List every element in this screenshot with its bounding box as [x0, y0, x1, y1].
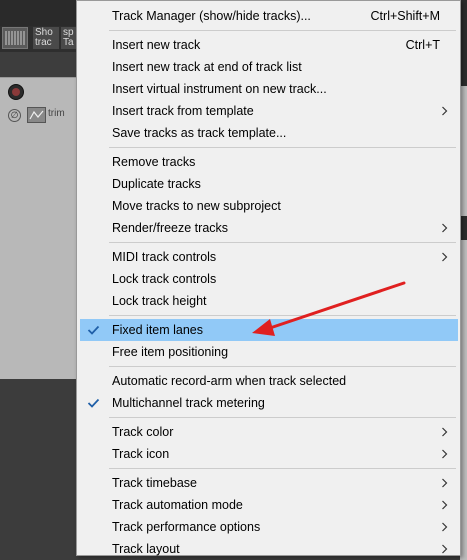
menu-item-label: Insert virtual instrument on new track..…: [112, 82, 327, 96]
menu-item-label: Automatic record-arm when track selected: [112, 374, 347, 388]
toolbar-button-2-line2: Ta: [63, 37, 74, 48]
menu-item-label: Save tracks as track template...: [112, 126, 287, 140]
menu-item-duplicate-tracks[interactable]: Duplicate tracks: [80, 173, 458, 195]
checkmark-icon: [87, 325, 100, 335]
menu-item-label: Track automation mode: [112, 498, 243, 512]
track-control-panel[interactable]: ∅ trim: [0, 77, 78, 380]
menu-item-label: Insert new track at end of track list: [112, 60, 302, 74]
menu-separator: [109, 147, 456, 148]
menu-separator: [109, 366, 456, 367]
menu-item-label: Track layout: [112, 542, 180, 556]
menu-item-label: Free item positioning: [112, 345, 229, 359]
menu-item-lock-track-height[interactable]: Lock track height: [80, 290, 458, 312]
menu-separator: [109, 30, 456, 31]
show-tracks-button[interactable]: Sho trac: [33, 27, 59, 49]
menu-item-lock-track-controls[interactable]: Lock track controls: [80, 268, 458, 290]
automation-mode-label: trim: [48, 108, 65, 119]
menu-item-track-manager-show-hide-tracks[interactable]: Track Manager (show/hide tracks)... Ctrl+…: [80, 5, 458, 27]
menu-item-label: Render/freeze tracks: [112, 221, 229, 235]
chevron-right-icon: [442, 544, 448, 554]
chevron-right-icon: [442, 500, 448, 510]
show-tracks-button-line2: trac: [35, 37, 52, 48]
menu-item-move-tracks-to-new-subproject[interactable]: Move tracks to new subproject: [80, 195, 458, 217]
menu-item-label: Lock track height: [112, 294, 207, 308]
menu-item-shortcut: Ctrl+T: [405, 38, 440, 52]
background-gap: [0, 52, 78, 77]
menu-item-track-icon[interactable]: Track icon: [80, 443, 458, 465]
menu-item-label: MIDI track controls: [112, 250, 217, 264]
menu-item-label: Lock track controls: [112, 272, 217, 286]
menu-item-label: Fixed item lanes: [112, 323, 204, 337]
menu-item-label: Multichannel track metering: [112, 396, 265, 410]
menu-item-insert-new-track[interactable]: Insert new track Ctrl+T: [80, 34, 458, 56]
background-toolbar-top: [0, 0, 78, 26]
menu-item-insert-track-from-template[interactable]: Insert track from template: [80, 100, 458, 122]
menu-item-track-layout[interactable]: Track layout: [80, 538, 458, 560]
menu-item-label: Insert track from template: [112, 104, 254, 118]
background-tcp-empty: [0, 379, 78, 556]
envelope-icon[interactable]: [27, 107, 46, 123]
menu-item-track-automation-mode[interactable]: Track automation mode: [80, 494, 458, 516]
menu-item-multichannel-track-metering[interactable]: Multichannel track metering: [80, 392, 458, 414]
menu-item-save-tracks-as-track-template[interactable]: Save tracks as track template...: [80, 122, 458, 144]
phase-icon[interactable]: ∅: [8, 109, 21, 122]
menu-item-label: Duplicate tracks: [112, 177, 201, 191]
menu-item-label: Move tracks to new subproject: [112, 199, 281, 213]
checkmark-icon: [87, 398, 100, 408]
chevron-right-icon: [442, 106, 448, 116]
record-arm-icon[interactable]: [8, 84, 24, 100]
menu-item-label: Track Manager (show/hide tracks)...: [112, 9, 311, 23]
menu-separator: [109, 417, 456, 418]
chevron-right-icon: [442, 449, 448, 459]
menu-item-remove-tracks[interactable]: Remove tracks: [80, 151, 458, 173]
menu-separator: [109, 242, 456, 243]
chevron-right-icon: [442, 478, 448, 488]
menu-item-insert-new-track-at-end-of-track-list[interactable]: Insert new track at end of track list: [80, 56, 458, 78]
menu-item-label: Track timebase: [112, 476, 197, 490]
chevron-right-icon: [442, 427, 448, 437]
menu-item-free-item-positioning[interactable]: Free item positioning: [80, 341, 458, 363]
track-context-menu: Track Manager (show/hide tracks)... Ctrl+…: [76, 0, 461, 556]
menu-separator: [109, 468, 456, 469]
menu-item-shortcut: Ctrl+Shift+M: [370, 9, 440, 23]
menu-separator: [109, 315, 456, 316]
menu-item-track-color[interactable]: Track color: [80, 421, 458, 443]
menu-item-automatic-record-arm-when-track-selected[interactable]: Automatic record-arm when track selected: [80, 370, 458, 392]
chevron-right-icon: [442, 223, 448, 233]
menu-item-label: Insert new track: [112, 38, 201, 52]
menu-item-midi-track-controls[interactable]: MIDI track controls: [80, 246, 458, 268]
menu-item-label: Remove tracks: [112, 155, 196, 169]
chevron-right-icon: [442, 252, 448, 262]
menu-item-fixed-item-lanes[interactable]: Fixed item lanes: [80, 319, 458, 341]
menu-item-label: Track icon: [112, 447, 170, 461]
chevron-right-icon: [442, 522, 448, 532]
menu-item-render-freeze-tracks[interactable]: Render/freeze tracks: [80, 217, 458, 239]
menu-item-track-timebase[interactable]: Track timebase: [80, 472, 458, 494]
menu-item-insert-virtual-instrument-on-new-track[interactable]: Insert virtual instrument on new track..…: [80, 78, 458, 100]
menu-item-label: Track color: [112, 425, 174, 439]
arrange-view-edge: [460, 0, 467, 560]
menu-item-label: Track performance options: [112, 520, 261, 534]
grid-icon[interactable]: [2, 27, 28, 49]
menu-item-track-performance-options[interactable]: Track performance options: [80, 516, 458, 538]
